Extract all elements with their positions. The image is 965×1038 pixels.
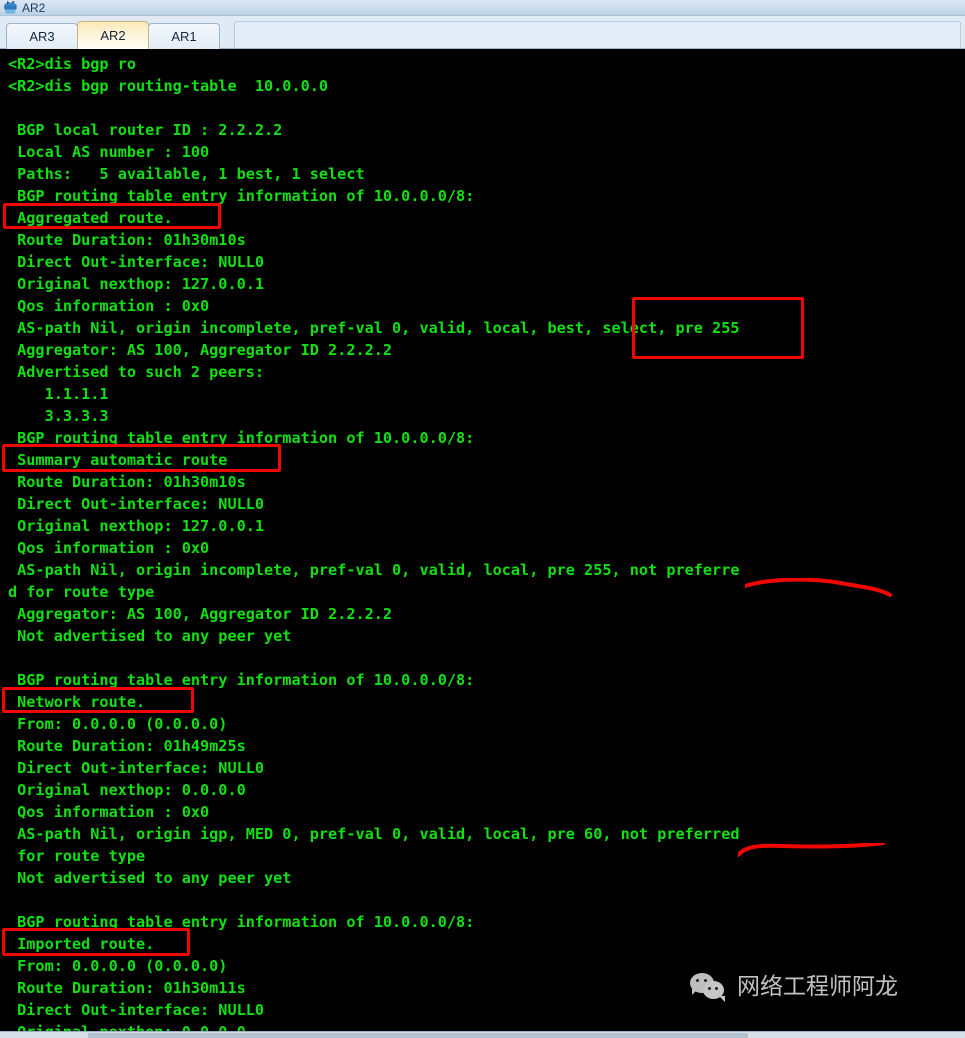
tab-ar3-label: AR3 (29, 29, 55, 44)
router-device-icon (3, 0, 18, 15)
window-titlebar: AR2 (0, 0, 965, 16)
terminal-line: Imported route. (8, 935, 155, 953)
tab-list: AR3 AR2 AR1 (6, 21, 220, 49)
terminal-line: From: 0.0.0.0 (0.0.0.0) (8, 715, 228, 733)
terminal-line: AS-path Nil, origin incomplete, pref-val… (8, 561, 740, 579)
terminal-line: Route Duration: 01h30m10s (8, 473, 246, 491)
terminal-line: Aggregator: AS 100, Aggregator ID 2.2.2.… (8, 341, 393, 359)
terminal-line: d for route type (8, 583, 155, 601)
terminal-line: Summary automatic route (8, 451, 228, 469)
horizontal-scrollbar[interactable] (0, 1031, 965, 1038)
terminal-line: <R2>dis bgp ro (8, 55, 137, 73)
wechat-icon (690, 972, 728, 1002)
watermark-text: 网络工程师阿龙 (737, 974, 898, 1000)
terminal-line: From: 0.0.0.0 (0.0.0.0) (8, 957, 228, 975)
terminal-line: Local AS number : 100 (8, 143, 210, 161)
tab-ar2[interactable]: AR2 (77, 21, 149, 49)
terminal-line: Route Duration: 01h30m10s (8, 231, 246, 249)
tab-strip: AR3 AR2 AR1 (0, 16, 965, 49)
terminal-line: Route Duration: 01h49m25s (8, 737, 246, 755)
terminal-output: <R2>dis bgp ro <R2>dis bgp routing-table … (8, 53, 740, 1031)
terminal-line: Advertised to such 2 peers: (8, 363, 265, 381)
terminal-line: 1.1.1.1 (8, 385, 109, 403)
terminal-line: AS-path Nil, origin igp, MED 0, pref-val… (8, 825, 740, 843)
terminal-line: Qos information : 0x0 (8, 297, 210, 315)
tab-ar3[interactable]: AR3 (6, 23, 78, 49)
terminal-line: BGP routing table entry information of 1… (8, 913, 475, 931)
app-window: AR2 AR3 AR2 AR1 <R2>dis bgp ro <R2>dis bg… (0, 0, 965, 1038)
terminal-line: BGP local router ID : 2.2.2.2 (8, 121, 283, 139)
terminal-line: Not advertised to any peer yet (8, 869, 292, 887)
terminal-line: Original nexthop: 0.0.0.0 (8, 781, 246, 799)
terminal-line: Direct Out-interface: NULL0 (8, 495, 265, 513)
terminal-line: Aggregated route. (8, 209, 173, 227)
terminal-line: Paths: 5 available, 1 best, 1 select (8, 165, 365, 183)
tab-strip-filler (234, 21, 961, 48)
tab-ar1[interactable]: AR1 (148, 23, 220, 49)
terminal-line: Qos information : 0x0 (8, 539, 210, 557)
terminal-line: Qos information : 0x0 (8, 803, 210, 821)
terminal-line: Direct Out-interface: NULL0 (8, 759, 265, 777)
terminal-line: <R2>dis bgp routing-table 10.0.0.0 (8, 77, 329, 95)
terminal-line: Direct Out-interface: NULL0 (8, 1001, 265, 1019)
terminal-line: 3.3.3.3 (8, 407, 109, 425)
horizontal-scrollbar-thumb[interactable] (88, 1033, 748, 1038)
terminal-line: Aggregator: AS 100, Aggregator ID 2.2.2.… (8, 605, 393, 623)
terminal-line: BGP routing table entry information of 1… (8, 429, 475, 447)
terminal-line: Network route. (8, 693, 146, 711)
terminal-line: Original nexthop: 0.0.0.0 (8, 1021, 740, 1031)
terminal-line: Original nexthop: 127.0.0.1 (8, 275, 265, 293)
terminal-console[interactable]: <R2>dis bgp ro <R2>dis bgp routing-table … (0, 49, 965, 1031)
tab-ar2-label: AR2 (100, 28, 126, 43)
window-title: AR2 (22, 0, 46, 15)
terminal-line: Original nexthop: 127.0.0.1 (8, 517, 265, 535)
terminal-line: AS-path Nil, origin incomplete, pref-val… (8, 319, 740, 337)
terminal-line: for route type (8, 847, 146, 865)
terminal-line: Route Duration: 01h30m11s (8, 979, 246, 997)
tab-ar1-label: AR1 (171, 29, 197, 44)
watermark: 网络工程师阿龙 (690, 972, 898, 1002)
terminal-line: BGP routing table entry information of 1… (8, 671, 475, 689)
terminal-line: Direct Out-interface: NULL0 (8, 253, 265, 271)
terminal-line: BGP routing table entry information of 1… (8, 187, 475, 205)
terminal-line: Not advertised to any peer yet (8, 627, 292, 645)
